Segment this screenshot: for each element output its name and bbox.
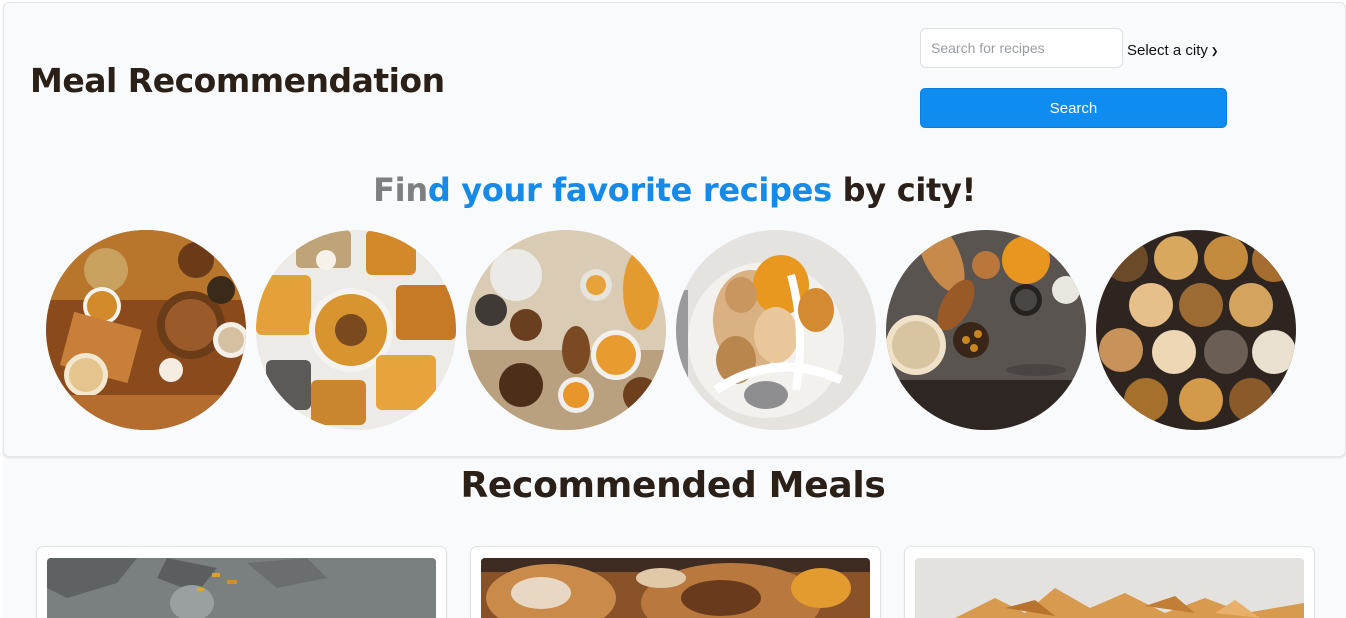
- food-image-spices[interactable]: [46, 230, 246, 430]
- search-button[interactable]: Search: [920, 88, 1227, 128]
- chevron-down-icon: ❯: [1210, 45, 1219, 56]
- search-input[interactable]: [920, 28, 1123, 68]
- meal-card-image: [915, 558, 1304, 618]
- hero-tagline: Find your favorite recipes by city!: [4, 171, 1345, 209]
- snack-platter-photo-icon: [256, 230, 456, 430]
- city-select-label: Select a city: [1127, 41, 1208, 59]
- app-title: Meal Recommendation: [30, 61, 445, 100]
- spices-photo-icon: [46, 230, 246, 430]
- fruit-and-measuring-tape-photo-icon: [676, 230, 876, 430]
- meal-card-image: [47, 558, 436, 618]
- food-image-nut-bowls[interactable]: [1096, 230, 1296, 430]
- tagline-part-2: d your favorite recipes: [427, 171, 832, 209]
- recommended-meals-title: Recommended Meals: [460, 465, 886, 506]
- hero-panel: Meal Recommendation Select a city ❯ Sear…: [3, 2, 1346, 457]
- tagline-part-3: by city!: [831, 171, 977, 209]
- meal-card[interactable]: [36, 546, 447, 618]
- tagline-part-1: Fin: [373, 171, 428, 209]
- nut-bowls-photo-icon: [1096, 230, 1296, 430]
- meal-card-image: [481, 558, 870, 618]
- mixed-dishes-photo-icon: [466, 230, 666, 430]
- meal-photo-1-icon: [47, 558, 436, 618]
- meal-card[interactable]: [470, 546, 881, 618]
- food-image-snack-platter[interactable]: [256, 230, 456, 430]
- food-image-bread-nuts[interactable]: [886, 230, 1086, 430]
- meal-card[interactable]: [904, 546, 1315, 618]
- food-image-fruit-measuring-tape[interactable]: [676, 230, 876, 430]
- food-image-row: [46, 230, 1306, 434]
- city-select[interactable]: Select a city ❯: [1127, 39, 1218, 61]
- meal-photo-3-icon: [915, 558, 1304, 618]
- bread-and-nuts-photo-icon: [886, 230, 1086, 430]
- food-image-mixed-dishes[interactable]: [466, 230, 666, 430]
- meal-photo-2-icon: [481, 558, 870, 618]
